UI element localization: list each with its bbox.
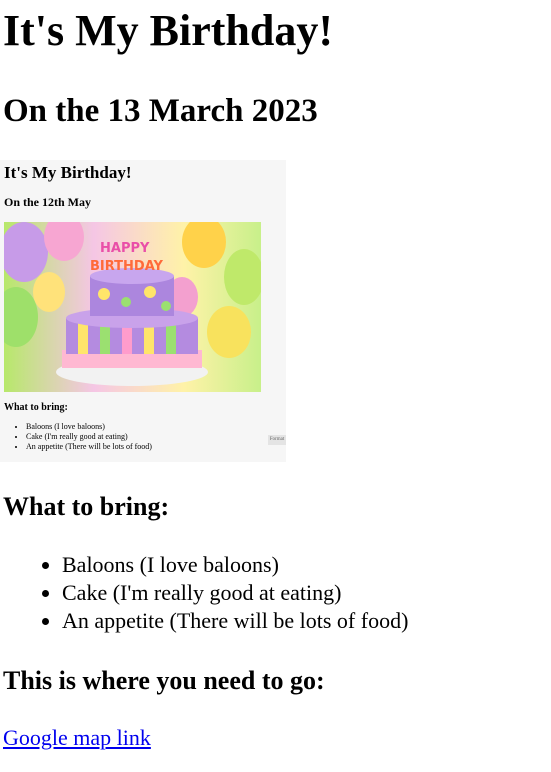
screenshot-subtitle: On the 12th May xyxy=(4,195,91,209)
bring-list: Baloons (I love baloons) Cake (I'm reall… xyxy=(22,551,408,635)
screenshot-bring-list: Baloons (I love baloons) Cake (I'm reall… xyxy=(0,422,152,452)
bring-heading: What to bring: xyxy=(3,492,170,521)
date-heading: On the 13 March 2023 xyxy=(3,93,318,129)
screenshot-bring-heading: What to bring: xyxy=(4,402,68,413)
birthday-screenshot-image: It's My Birthday! On the 12th May HAPPY … xyxy=(0,160,286,462)
svg-text:BIRTHDAY: BIRTHDAY xyxy=(90,259,164,274)
screenshot-title: It's My Birthday! xyxy=(4,163,132,182)
screenshot-list-item: Cake (I'm really good at eating) xyxy=(26,432,152,442)
where-heading: This is where you need to go: xyxy=(3,666,325,695)
google-map-link[interactable]: Google map link xyxy=(3,724,151,752)
screenshot-format-button: Format xyxy=(268,435,286,445)
list-item: An appetite (There will be lots of food) xyxy=(62,607,408,635)
svg-text:HAPPY: HAPPY xyxy=(100,241,150,256)
list-item: Baloons (I love baloons) xyxy=(62,551,408,579)
birthday-cake-image: HAPPY BIRTHDAY xyxy=(4,222,261,392)
page-title: It's My Birthday! xyxy=(3,6,333,55)
page: It's My Birthday! On the 13 March 2023 I… xyxy=(0,0,551,772)
list-item: Cake (I'm really good at eating) xyxy=(62,579,408,607)
screenshot-list-item: An appetite (There will be lots of food) xyxy=(26,442,152,452)
screenshot-list-item: Baloons (I love baloons) xyxy=(26,422,152,432)
